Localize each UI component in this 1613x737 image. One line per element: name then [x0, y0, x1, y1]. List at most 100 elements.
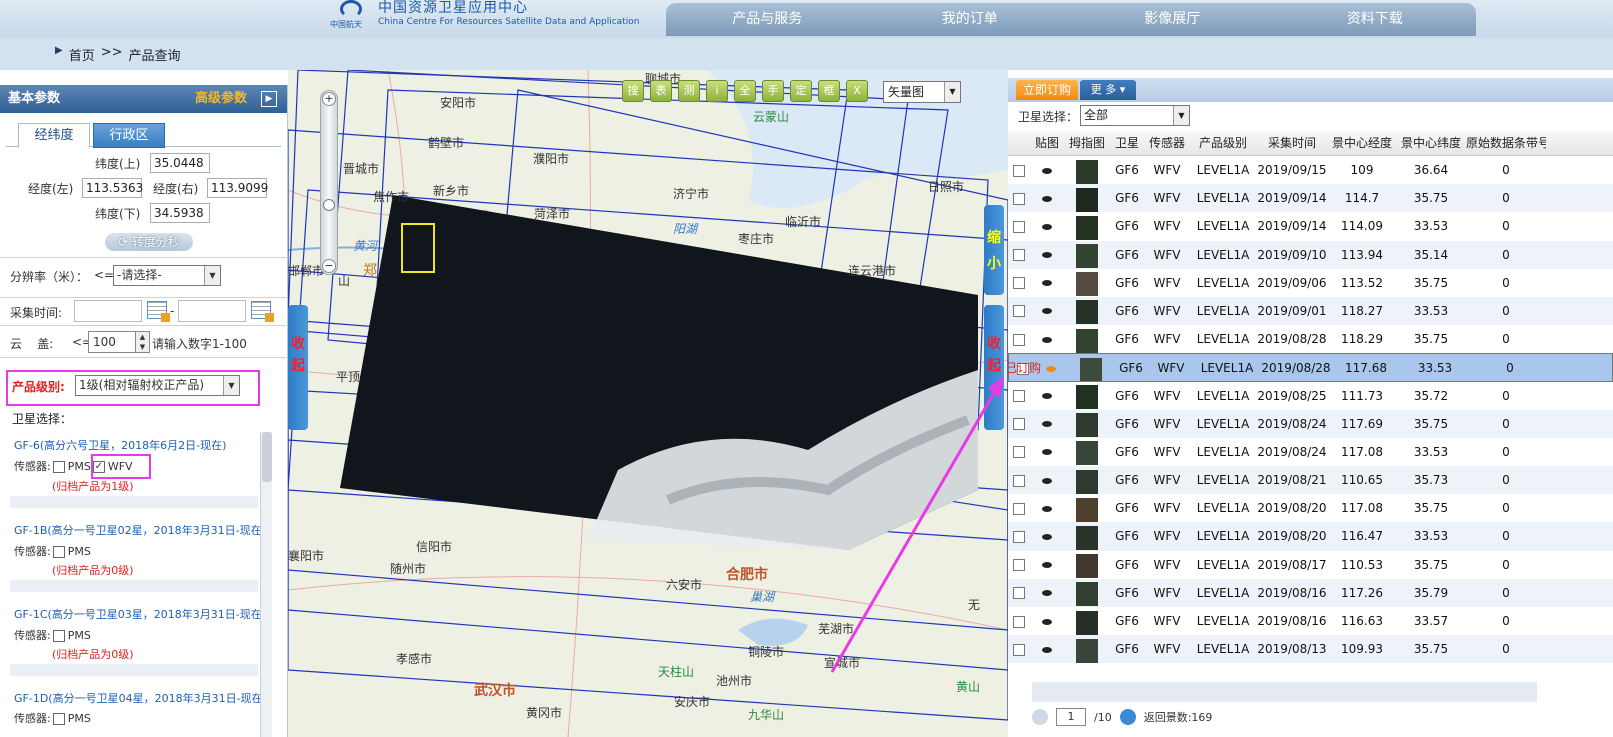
pms-checkbox[interactable]: [52, 546, 65, 558]
row-checkbox[interactable]: [1013, 474, 1025, 487]
eye-icon[interactable]: [1042, 646, 1052, 653]
eye-icon[interactable]: [1042, 223, 1052, 230]
clear-icon[interactable]: X: [846, 80, 868, 102]
query-tool-icon[interactable]: 搜: [622, 80, 644, 102]
col-capture-time[interactable]: 采集时间: [1256, 131, 1328, 155]
calendar-icon[interactable]: [251, 301, 274, 322]
table-row[interactable]: GF6 WFV LEVEL1A 2019/08/20 116.47 33.53 0: [1008, 522, 1613, 551]
row-checkbox[interactable]: [1013, 277, 1025, 290]
col-center-lat[interactable]: 景中心纬度: [1396, 131, 1466, 155]
col-thumbnail[interactable]: 拇指图: [1064, 131, 1110, 155]
pms-checkbox[interactable]: [52, 630, 65, 642]
convert-dms-button[interactable]: ⟳ 转度分秒: [105, 233, 193, 251]
row-checkbox[interactable]: [1013, 587, 1025, 600]
sat-gf1b-title[interactable]: GF-1B(高分一号卫星02星，2018年3月31日-现在: [14, 522, 262, 538]
table-row[interactable]: 已订购 GF6 WFV LEVEL1A 2019/08/28 117.68 33.53 0: [1008, 353, 1613, 382]
lon-left-input[interactable]: 113.5363: [82, 178, 143, 198]
breadcrumb-current[interactable]: 产品查询: [129, 45, 181, 64]
thumbnail-image[interactable]: [1076, 413, 1098, 438]
eye-icon[interactable]: [1042, 590, 1052, 597]
eye-icon[interactable]: [1042, 477, 1052, 484]
thumbnail-image[interactable]: [1076, 610, 1098, 635]
sat-gf1d-title[interactable]: GF-1D(高分一号卫星04星，2018年3月31日-现在: [14, 690, 263, 706]
eye-icon[interactable]: [1042, 618, 1052, 625]
col-sensor[interactable]: 传感器: [1144, 131, 1190, 155]
table-row[interactable]: GF6 WFV LEVEL1A 2019/08/25 111.73 35.72 0: [1008, 382, 1613, 410]
table-row[interactable]: GF6 WFV LEVEL1A 2019/09/10 113.94 35.14 0: [1008, 240, 1613, 269]
thumbnail-image[interactable]: [1076, 272, 1098, 297]
page-number-input[interactable]: 1: [1056, 708, 1086, 726]
zoom-slider[interactable]: + −: [320, 90, 338, 275]
pan-hand-icon[interactable]: 手: [762, 80, 784, 102]
table-row[interactable]: GF6 WFV LEVEL1A 2019/09/14 114.09 33.53 0: [1008, 212, 1613, 240]
thumbnail-image[interactable]: [1076, 638, 1098, 663]
row-checkbox[interactable]: [1013, 333, 1025, 346]
table-row[interactable]: GF6 WFV LEVEL1A 2019/08/21 110.65 35.73 0: [1008, 466, 1613, 495]
table-row[interactable]: GF6 WFV LEVEL1A 2019/09/06 113.52 35.75 0: [1008, 269, 1613, 297]
thumbnail-image[interactable]: [1076, 187, 1098, 212]
eye-icon[interactable]: [1042, 421, 1052, 428]
thumbnail-image[interactable]: [1076, 300, 1098, 325]
row-checkbox[interactable]: [1013, 305, 1025, 318]
col-center-lon[interactable]: 景中心经度: [1328, 131, 1396, 155]
thumbnail-image[interactable]: [1076, 469, 1098, 494]
draw-rectangle-icon[interactable]: 框: [818, 80, 840, 102]
table-row[interactable]: GF6 WFV LEVEL1A 2019/08/24 117.08 33.53 0: [1008, 438, 1613, 466]
locate-icon[interactable]: 定: [790, 80, 812, 102]
info-tool-icon[interactable]: i: [706, 80, 728, 102]
sat-filter-select[interactable]: 全部 ▼: [1080, 105, 1190, 126]
thumbnail-image[interactable]: [1076, 441, 1098, 466]
eye-icon[interactable]: [1042, 533, 1052, 540]
row-checkbox[interactable]: [1013, 418, 1025, 431]
table-row[interactable]: GF6 WFV LEVEL1A 2019/08/28 118.29 35.75 0: [1008, 325, 1613, 353]
thumbnail-image[interactable]: [1080, 357, 1102, 381]
panel-toggle-icon[interactable]: ▶: [261, 91, 277, 107]
nav-downloads[interactable]: 资料下载: [1274, 3, 1477, 36]
tab-region[interactable]: 行政区: [93, 123, 165, 148]
lat-top-input[interactable]: 35.0448: [150, 153, 210, 173]
thumbnail-image[interactable]: [1076, 215, 1098, 240]
eye-icon[interactable]: [1042, 280, 1052, 287]
thumbnail-image[interactable]: [1076, 385, 1098, 409]
start-date-input[interactable]: [74, 300, 142, 322]
thumbnail-image[interactable]: [1076, 497, 1098, 522]
table-row[interactable]: GF6 WFV LEVEL1A 2019/08/20 117.08 35.75 0: [1008, 494, 1613, 522]
nav-my-orders[interactable]: 我的订单: [869, 3, 1072, 36]
eye-icon[interactable]: [1042, 167, 1052, 174]
eye-icon[interactable]: [1042, 562, 1052, 569]
row-checkbox[interactable]: [1013, 446, 1025, 459]
next-page-icon[interactable]: [1119, 709, 1136, 725]
site-logo[interactable]: 中国航天 中国资源卫星应用中心 China Centre For Resourc…: [330, 0, 639, 32]
table-row[interactable]: GF6 WFV LEVEL1A 2019/08/13 109.93 35.75 0: [1008, 635, 1613, 664]
order-now-button[interactable]: 立即订购: [1016, 80, 1078, 100]
map-view[interactable]: 安阳市 鹤壁市 濮阳市 晋城市 焦作市 新乡市 菏泽市 济宁市 临沂市 日照市 …: [288, 70, 1008, 737]
collapse-left-panel-tab[interactable]: 收起: [288, 305, 308, 430]
cloud-stepper[interactable]: ▲ ▼: [136, 331, 150, 353]
thumbnail-image[interactable]: [1076, 554, 1098, 579]
eye-icon[interactable]: [1046, 365, 1056, 372]
resolution-select[interactable]: -请选择- ▼: [113, 265, 221, 286]
end-date-input[interactable]: [178, 300, 246, 322]
table-row[interactable]: GF6 WFV LEVEL1A 2019/09/15 109 36.64 0: [1008, 156, 1613, 184]
col-satellite[interactable]: 卫星: [1110, 131, 1144, 155]
row-checkbox[interactable]: [1013, 559, 1025, 572]
shrink-map-tab[interactable]: 缩小: [984, 205, 1004, 295]
row-checkbox[interactable]: [1013, 249, 1025, 262]
table-row[interactable]: GF6 WFV LEVEL1A 2019/08/16 117.26 35.79 0: [1008, 578, 1613, 607]
row-checkbox[interactable]: [1013, 643, 1025, 656]
scrollbar-thumb[interactable]: [262, 432, 272, 482]
more-button[interactable]: 更 多 ▾: [1080, 80, 1136, 100]
row-checkbox[interactable]: [1013, 615, 1025, 628]
row-checkbox[interactable]: [1013, 530, 1025, 543]
sat-gf6-title[interactable]: GF-6(高分六号卫星，2018年6月2日-现在): [14, 437, 226, 453]
table-row[interactable]: GF6 WFV LEVEL1A 2019/08/24 117.69 35.75 0: [1008, 409, 1613, 438]
tab-latlon[interactable]: 经纬度: [18, 123, 90, 148]
row-checkbox[interactable]: [1013, 192, 1025, 205]
full-extent-icon[interactable]: 全: [734, 80, 756, 102]
table-row[interactable]: GF6 WFV LEVEL1A 2019/08/17 110.53 35.75 0: [1008, 551, 1613, 579]
eye-icon[interactable]: [1042, 336, 1052, 343]
eye-icon[interactable]: [1042, 393, 1052, 399]
collapse-right-panel-tab[interactable]: 收起: [984, 305, 1004, 430]
nav-image-gallery[interactable]: 影像展厅: [1071, 3, 1274, 36]
lon-right-input[interactable]: 113.9099: [207, 178, 268, 198]
